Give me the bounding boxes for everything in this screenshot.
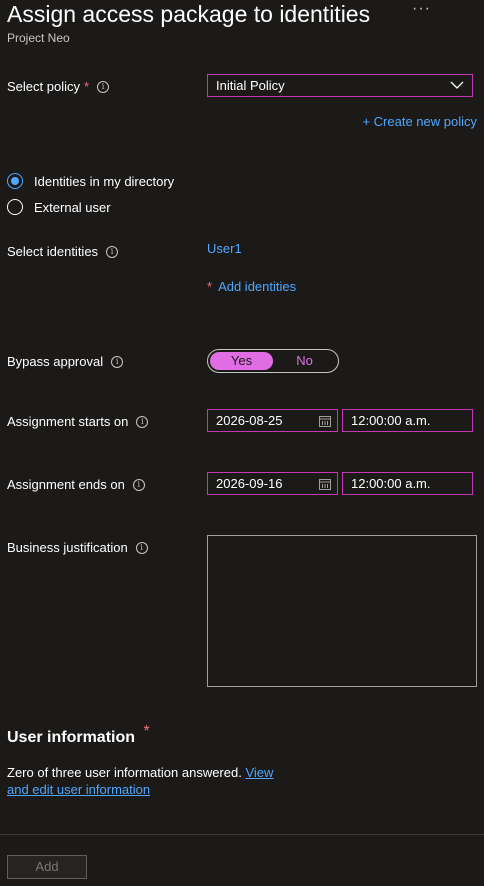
identities-label: Select identities [7, 244, 99, 259]
start-time-value: 12:00:00 a.m. [351, 413, 431, 428]
bypass-label: Bypass approval [7, 354, 104, 369]
calendar-icon[interactable] [319, 415, 331, 427]
info-icon[interactable]: i [97, 80, 110, 93]
radio-label: External user [34, 199, 111, 215]
identities-label-row: Select identities i [7, 244, 119, 259]
required-marker: * [143, 723, 150, 740]
end-date-input[interactable]: 2026-09-16 [207, 472, 338, 495]
required-marker: * [83, 79, 90, 94]
add-identities-row: * Add identities [207, 279, 296, 294]
bypass-label-row: Bypass approval i [7, 354, 124, 369]
selected-identity-user1[interactable]: User1 [207, 241, 242, 256]
policy-label-row: Select policy * i [7, 79, 110, 94]
policy-select-value: Initial Policy [216, 78, 285, 93]
policy-select[interactable]: Initial Policy [207, 74, 473, 97]
add-button[interactable]: Add [7, 855, 87, 879]
calendar-icon[interactable] [319, 478, 331, 490]
page-subtitle: Project Neo [7, 31, 70, 45]
business-justification-textarea[interactable] [207, 535, 477, 687]
start-date-input[interactable]: 2026-08-25 [207, 409, 338, 432]
radio-label: Identities in my directory [34, 173, 175, 189]
user-information-text: Zero of three user information answered.… [7, 764, 282, 798]
starts-label-row: Assignment starts on i [7, 414, 149, 429]
radio-checked-icon[interactable] [7, 173, 23, 189]
page-title: Assign access package to identities [7, 1, 371, 27]
info-icon[interactable]: i [135, 541, 148, 554]
justification-label-row: Business justification i [7, 540, 148, 555]
footer-divider [0, 834, 484, 835]
ends-label: Assignment ends on [7, 477, 125, 492]
toggle-yes-option[interactable]: Yes [210, 352, 273, 370]
info-icon[interactable]: i [111, 355, 124, 368]
user-information-status: Zero of three user information answered. [7, 765, 242, 780]
more-options-icon[interactable]: ··· [412, 0, 431, 18]
chevron-down-icon [450, 81, 464, 89]
policy-label: Select policy [7, 79, 80, 94]
end-time-input[interactable]: 12:00:00 a.m. [342, 472, 473, 495]
justification-label: Business justification [7, 540, 128, 555]
required-marker: * [207, 279, 213, 294]
radio-external-user[interactable]: External user [7, 199, 111, 215]
start-date-value: 2026-08-25 [216, 413, 283, 428]
user-information-heading: User information * [7, 723, 150, 747]
info-icon[interactable]: i [136, 415, 149, 428]
toggle-no-option[interactable]: No [273, 352, 336, 370]
bypass-approval-toggle[interactable]: Yes No [207, 349, 339, 373]
info-icon[interactable]: i [106, 245, 119, 258]
start-time-input[interactable]: 12:00:00 a.m. [342, 409, 473, 432]
add-identities-link[interactable]: Add identities [218, 279, 296, 294]
create-new-policy-link[interactable]: + Create new policy [362, 114, 477, 129]
end-date-value: 2026-09-16 [216, 476, 283, 491]
starts-label: Assignment starts on [7, 414, 129, 429]
radio-identities-in-directory[interactable]: Identities in my directory [7, 173, 174, 189]
ends-label-row: Assignment ends on i [7, 477, 145, 492]
info-icon[interactable]: i [132, 478, 145, 491]
end-time-value: 12:00:00 a.m. [351, 476, 431, 491]
radio-unchecked-icon[interactable] [7, 199, 23, 215]
user-information-title: User information [7, 729, 136, 746]
